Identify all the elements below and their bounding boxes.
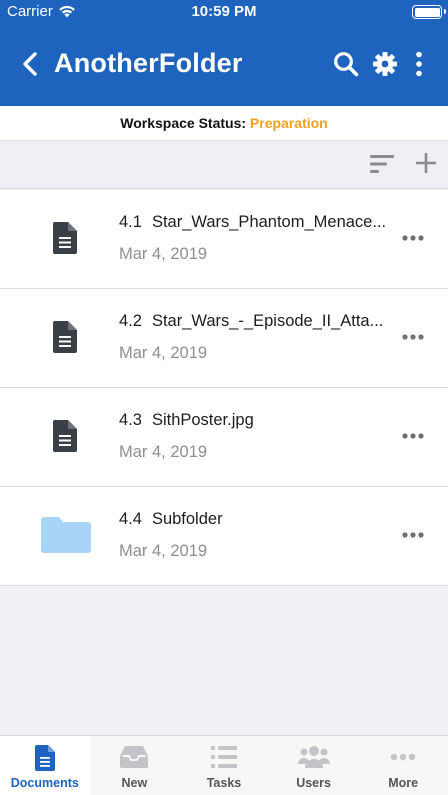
item-title: 4.3 SithPoster.jpg: [119, 411, 391, 430]
list-item[interactable]: 4.3 SithPoster.jpg Mar 4, 2019: [0, 388, 448, 487]
item-name: Subfolder: [151, 510, 223, 528]
more-horizontal-icon[interactable]: [402, 234, 424, 242]
item-title: 4.4 Subfolder: [119, 510, 391, 529]
inbox-icon: [120, 746, 149, 768]
list-item[interactable]: 4.1 Star_Wars_Phantom_Menace... Mar 4, 20…: [0, 190, 448, 289]
more-vertical-icon[interactable]: [412, 50, 426, 78]
workspace-status-bar: Workspace Status: Preparation: [0, 106, 448, 141]
status-bar: Carrier 10:59 PM: [0, 0, 448, 24]
tab-more[interactable]: More: [358, 736, 448, 795]
tab-documents[interactable]: Documents: [0, 736, 90, 795]
list-icon: [210, 746, 237, 768]
item-number: 4.3: [119, 411, 142, 429]
tab-label: More: [388, 776, 419, 790]
item-date: Mar 4, 2019: [119, 344, 208, 362]
workspace-status-value: Preparation: [249, 115, 328, 131]
item-number: 4.1: [119, 213, 142, 231]
tab-label: Users: [296, 776, 331, 790]
users-icon: [297, 746, 330, 768]
page-title: AnotherFolder: [54, 48, 243, 78]
tab-new[interactable]: New: [90, 736, 180, 795]
item-name: SithPoster.jpg: [151, 411, 254, 429]
clock: 10:59 PM: [191, 3, 257, 20]
item-name: Star_Wars_-_Episode_II_Atta...: [151, 312, 384, 330]
tab-label: Documents: [10, 776, 79, 790]
item-date: Mar 4, 2019: [119, 245, 208, 263]
list-item[interactable]: 4.2 Star_Wars_-_Episode_II_Atta... Mar 4,…: [0, 289, 448, 388]
list-item[interactable]: 4.4 Subfolder Mar 4, 2019: [0, 487, 448, 586]
list-toolbar: [0, 141, 448, 189]
more-horizontal-icon: [390, 753, 416, 761]
item-date: Mar 4, 2019: [119, 443, 208, 461]
document-list: 4.1 Star_Wars_Phantom_Menace... Mar 4, 20…: [0, 190, 448, 586]
more-horizontal-icon[interactable]: [402, 333, 424, 341]
document-icon: [53, 222, 77, 254]
sort-icon[interactable]: [369, 153, 395, 175]
item-title: 4.1 Star_Wars_Phantom_Menace...: [119, 213, 391, 232]
workspace-status-label: Workspace Status:: [120, 115, 247, 131]
add-icon[interactable]: [416, 153, 436, 173]
item-number: 4.4: [119, 510, 142, 528]
document-icon: [34, 745, 55, 771]
item-number: 4.2: [119, 312, 142, 330]
battery-icon: [412, 5, 446, 19]
back-chevron-icon[interactable]: [20, 51, 42, 77]
document-icon: [53, 321, 77, 353]
nav-bar: AnotherFolder: [0, 24, 448, 106]
gear-icon[interactable]: [371, 50, 399, 78]
tab-users[interactable]: Users: [269, 736, 359, 795]
tab-tasks[interactable]: Tasks: [179, 736, 269, 795]
tab-bar: Documents New Tasks Users More: [0, 735, 448, 795]
more-horizontal-icon[interactable]: [402, 432, 424, 440]
tab-label: New: [121, 776, 148, 790]
item-name: Star_Wars_Phantom_Menace...: [151, 213, 387, 231]
item-date: Mar 4, 2019: [119, 542, 208, 560]
search-icon[interactable]: [332, 50, 360, 78]
more-horizontal-icon[interactable]: [402, 531, 424, 539]
tab-label: Tasks: [206, 776, 242, 790]
item-title: 4.2 Star_Wars_-_Episode_II_Atta...: [119, 312, 391, 331]
document-icon: [53, 420, 77, 452]
folder-icon: [41, 517, 91, 553]
